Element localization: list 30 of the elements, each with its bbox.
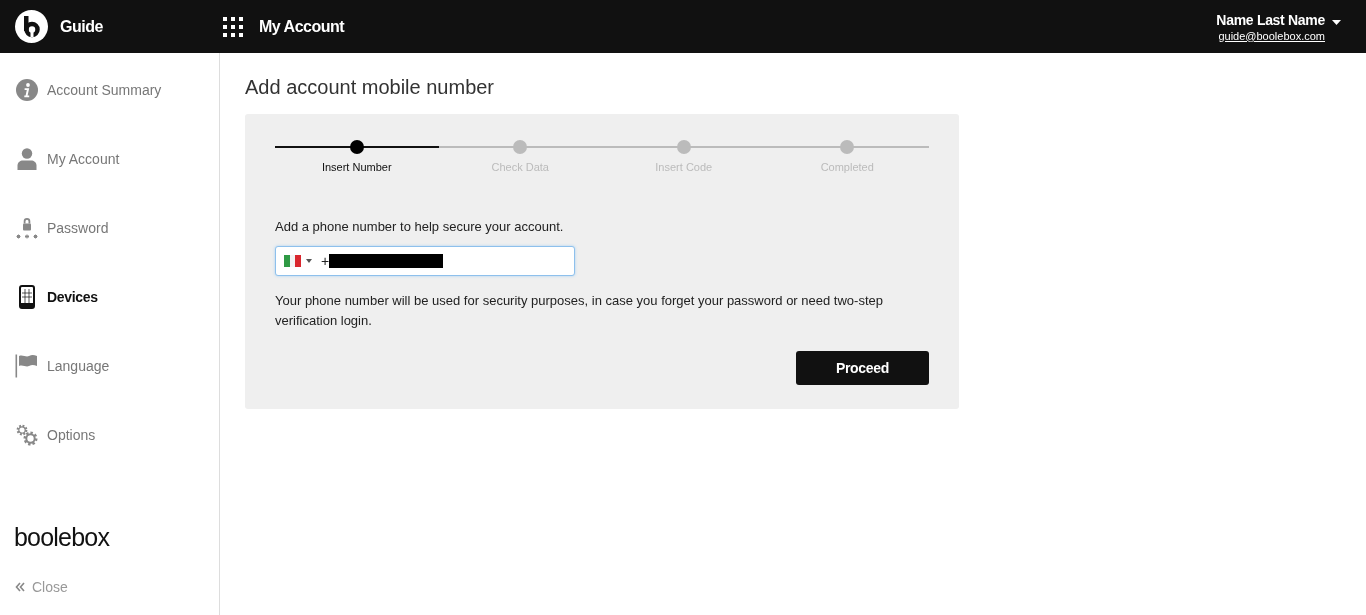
logo-icon [15,10,48,43]
info-icon [16,79,38,101]
gears-icon [15,423,39,447]
page-title: Add account mobile number [245,75,495,100]
section-title: My Account [259,16,345,37]
sidebar-item[interactable]: Devices [15,285,98,309]
caret-icon [1332,20,1341,25]
double-chevron-icon [15,582,25,592]
step-label: Insert Number [321,161,392,174]
proceed-button[interactable]: Proceed [796,351,929,385]
close-button[interactable]: Close [15,579,68,595]
user-menu-button[interactable]: Name Last Name [1216,10,1341,29]
help-text: Your phone number will be used for security purposes, in case you forget your password or need two-step verification login. [275,292,884,330]
app-name: Guide [60,16,103,37]
sidebar-item[interactable]: Language [15,354,110,378]
dropdown-caret-icon [306,259,312,263]
flag-icon [15,354,39,378]
sidebar-item[interactable]: Password [15,216,109,240]
lock-icon [15,216,39,240]
sidebar-item[interactable]: Account Summary [15,78,162,102]
sidebar-item[interactable]: Options [15,423,96,447]
email-link[interactable]: guide@boolebox.com [1218,28,1325,43]
apps-grid-icon[interactable] [223,16,243,37]
phone-field[interactable]: + [275,246,575,276]
person-icon [17,148,37,170]
phone-icon [19,285,35,309]
flag-icon [284,255,301,267]
brand-logo: boolebox [14,522,110,552]
sidebar-item[interactable]: My Account [15,147,120,171]
prompt-text: Add a phone number to help secure your account. [275,218,564,236]
